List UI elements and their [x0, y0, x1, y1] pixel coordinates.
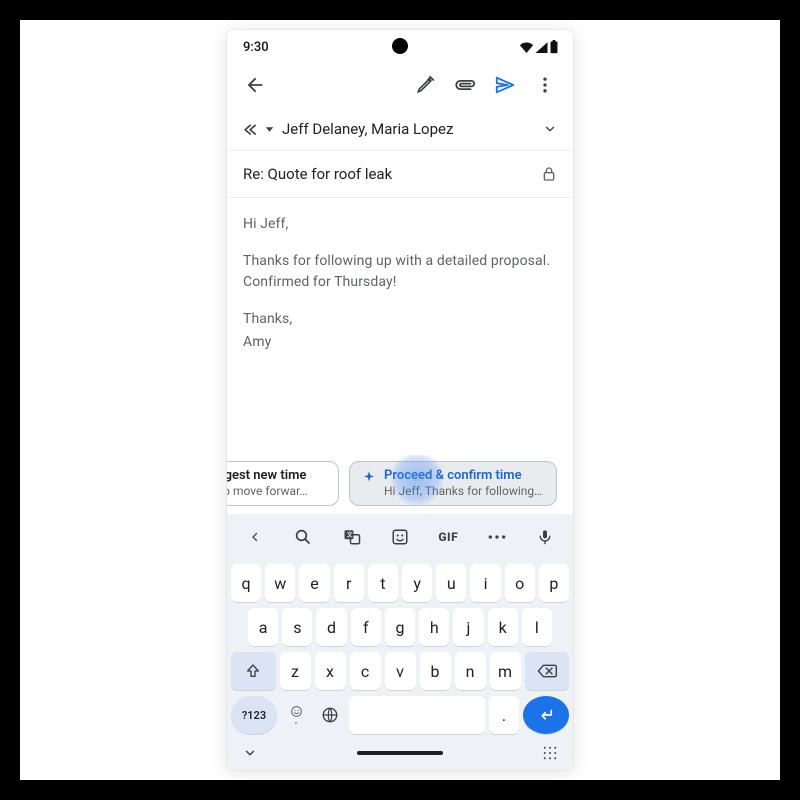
key-r[interactable]: r — [334, 564, 364, 602]
key-row-2: a s d f g h j k l — [231, 608, 569, 646]
key-language[interactable] — [315, 696, 345, 734]
subject-text: Re: Quote for roof leak — [243, 165, 392, 183]
key-u[interactable]: u — [436, 564, 466, 602]
expand-recipients-icon[interactable] — [543, 122, 557, 136]
battery-icon — [549, 40, 559, 54]
key-row-4: ?123 , . — [231, 696, 569, 734]
key-q[interactable]: q — [231, 564, 261, 602]
key-p[interactable]: p — [539, 564, 569, 602]
body-signature: Amy — [243, 332, 557, 353]
keyboard-toolbar: 文 GIF — [227, 514, 573, 560]
chip-subtitle: Hi Jeff, Thanks for following up.… — [384, 484, 544, 499]
key-i[interactable]: i — [470, 564, 500, 602]
chip-subtitle: …e to move forwar… — [227, 484, 307, 499]
key-row-1: q w e r t y u i o p — [231, 564, 569, 602]
key-y[interactable]: y — [402, 564, 432, 602]
lock-icon — [541, 166, 557, 182]
key-k[interactable]: k — [488, 608, 518, 646]
smart-reply-bar: Suggest new time …e to move forwar… Proc… — [227, 455, 573, 514]
key-row-3: z x c v b n m — [231, 652, 569, 690]
phone-frame: 9:30 — [227, 30, 573, 770]
overflow-menu-button[interactable] — [525, 65, 565, 105]
voice-input-icon[interactable] — [528, 520, 562, 554]
key-shift[interactable] — [231, 652, 276, 690]
key-symbols[interactable]: ?123 — [231, 696, 277, 734]
key-f[interactable]: f — [351, 608, 381, 646]
key-v[interactable]: v — [385, 652, 416, 690]
key-t[interactable]: t — [368, 564, 398, 602]
key-d[interactable]: d — [316, 608, 346, 646]
key-e[interactable]: e — [299, 564, 329, 602]
key-emoji[interactable]: , — [281, 696, 311, 734]
attach-button[interactable] — [445, 65, 485, 105]
key-g[interactable]: g — [385, 608, 415, 646]
key-l[interactable]: l — [522, 608, 552, 646]
email-body[interactable]: Hi Jeff, Thanks for following up with a … — [227, 198, 573, 455]
more-icon[interactable] — [480, 520, 514, 554]
key-backspace[interactable] — [525, 652, 570, 690]
key-o[interactable]: o — [505, 564, 535, 602]
nav-bar — [227, 740, 573, 770]
keyboard-grid-icon[interactable] — [543, 746, 557, 760]
svg-text:文: 文 — [345, 531, 353, 539]
app-bar — [227, 60, 573, 110]
key-b[interactable]: b — [420, 652, 451, 690]
key-enter[interactable] — [523, 696, 569, 734]
key-w[interactable]: w — [265, 564, 295, 602]
key-x[interactable]: x — [315, 652, 346, 690]
translate-icon[interactable]: 文 — [335, 520, 369, 554]
key-a[interactable]: a — [248, 608, 278, 646]
key-n[interactable]: n — [455, 652, 486, 690]
body-paragraph: Thanks for following up with a detailed … — [243, 251, 557, 293]
key-h[interactable]: h — [419, 608, 449, 646]
key-c[interactable]: c — [350, 652, 381, 690]
recipients-row[interactable]: Jeff Delaney, Maria Lopez — [227, 110, 573, 151]
key-j[interactable]: j — [453, 608, 483, 646]
smart-reply-proceed-confirm[interactable]: Proceed & confirm time Hi Jeff, Thanks f… — [349, 461, 557, 506]
cellular-icon — [534, 41, 549, 53]
reply-all-icon — [243, 122, 274, 136]
subject-row[interactable]: Re: Quote for roof leak — [227, 151, 573, 198]
body-closing: Thanks, — [243, 309, 557, 330]
smart-reply-suggest-time[interactable]: Suggest new time …e to move forwar… — [227, 461, 339, 506]
key-period[interactable]: . — [489, 696, 519, 734]
back-button[interactable] — [235, 65, 275, 105]
recipient-names: Jeff Delaney, Maria Lopez — [282, 120, 535, 138]
key-space[interactable] — [349, 696, 485, 734]
home-handle[interactable] — [357, 751, 443, 755]
status-time: 9:30 — [243, 40, 269, 55]
chip-title: Suggest new time — [227, 468, 307, 484]
key-s[interactable]: s — [282, 608, 312, 646]
send-button[interactable] — [485, 65, 525, 105]
keyboard: q w e r t y u i o p a s d f g h j k l z … — [227, 560, 573, 740]
front-camera — [392, 38, 408, 54]
search-icon[interactable] — [286, 520, 320, 554]
body-greeting: Hi Jeff, — [243, 214, 557, 235]
key-z[interactable]: z — [280, 652, 311, 690]
gif-button[interactable]: GIF — [431, 520, 465, 554]
keyboard-hide-icon[interactable] — [243, 746, 257, 760]
chip-title: Proceed & confirm time — [384, 468, 544, 484]
magic-compose-button[interactable] — [405, 65, 445, 105]
sparkle-icon — [362, 470, 376, 484]
wifi-icon — [519, 41, 534, 53]
sticker-icon[interactable] — [383, 520, 417, 554]
keyboard-collapse-button[interactable] — [238, 520, 272, 554]
key-m[interactable]: m — [490, 652, 521, 690]
